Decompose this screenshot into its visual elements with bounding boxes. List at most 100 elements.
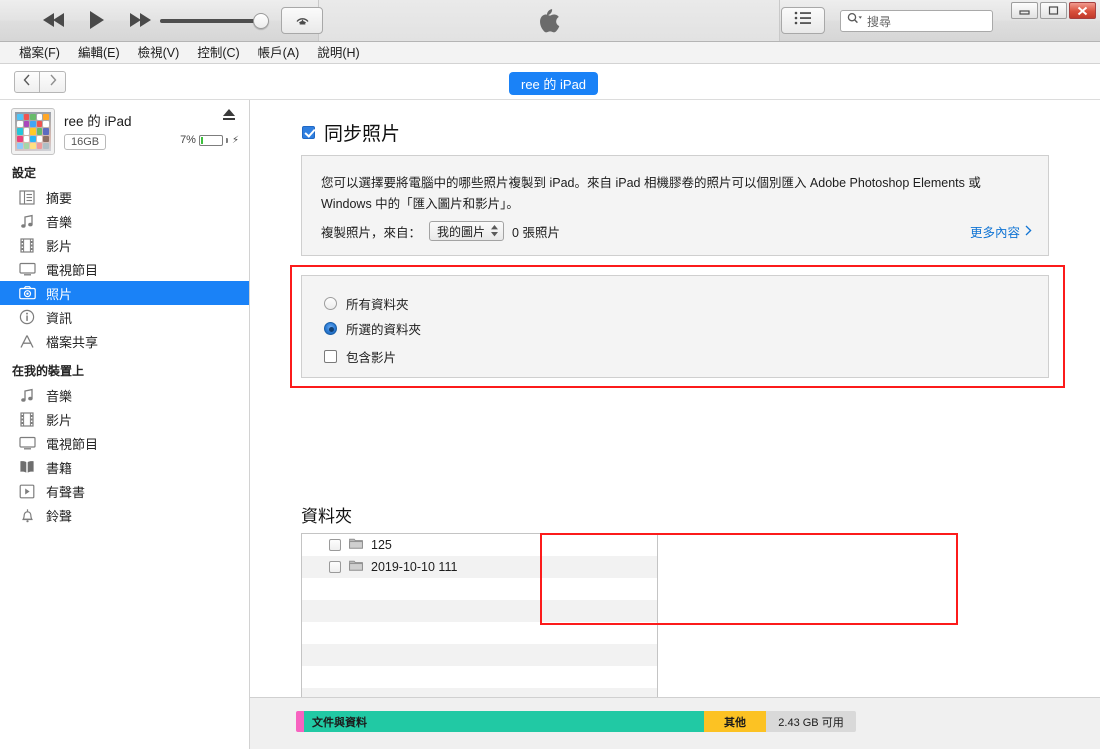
stepper-arrows-icon [491,225,499,237]
chevron-right-icon [49,73,57,91]
forward-button[interactable] [40,71,66,93]
folder-row-empty [302,644,657,666]
fast-forward-button[interactable] [126,7,154,33]
eject-button[interactable] [221,109,237,125]
folder-name: 125 [371,538,392,552]
music-note-icon [18,386,36,404]
music-note-icon [18,212,36,230]
tv-icon [18,260,36,278]
bell-icon [18,506,36,524]
info-icon [18,308,36,326]
more-info-link[interactable]: 更多內容 [970,222,1032,241]
battery-percent: 7% [180,134,196,146]
sidebar-item-label: 書籍 [46,460,73,476]
sidebar-item-label: 有聲書 [46,484,86,500]
sidebar-item-audiobooks[interactable]: 有聲書 [0,479,249,503]
eject-icon [222,108,236,126]
menu-item-help[interactable]: 說明(H) [308,42,368,64]
ipad-thumbnail-screen [15,112,51,151]
sync-photos-header[interactable]: 同步照片 [302,119,400,146]
sidebar-item-device-tvshows[interactable]: 電視節目 [0,431,249,455]
sidebar-item-label: 檔案共享 [46,334,99,350]
battery-cap [225,137,228,143]
highlight-box-options [290,265,1065,388]
menu-item-file[interactable]: 檔案(F) [10,42,69,64]
file-sharing-icon [18,332,36,350]
search-input[interactable]: 搜尋 [840,10,993,32]
sidebar-item-tvshows[interactable]: 電視節目 [0,257,249,281]
ipad-thumbnail [11,108,55,155]
top-toolbar: 搜尋 [0,0,1100,42]
device-name: ree 的 iPad [64,114,132,129]
sync-photos-checkbox[interactable] [302,126,315,139]
film-icon [18,236,36,254]
list-view-button[interactable] [781,7,825,34]
device-tab[interactable]: ree 的 iPad [509,72,599,95]
back-button[interactable] [14,71,40,93]
capacity-bar: 文件與資料 其他 2.43 GB 可用 [296,711,856,732]
transport-controls [40,7,154,33]
search-placeholder-text: 搜尋 [867,14,892,29]
volume-knob[interactable] [253,13,269,29]
film-icon [18,410,36,428]
folder-checkbox[interactable] [329,539,341,551]
sidebar-item-movies[interactable]: 影片 [0,233,249,257]
camera-icon [18,284,36,302]
close-button[interactable] [1069,2,1096,19]
sidebar-item-books[interactable]: 書籍 [0,455,249,479]
menu-item-account[interactable]: 帳戶(A) [249,42,309,64]
window-controls [1011,2,1096,19]
sidebar-item-device-music[interactable]: 音樂 [0,383,249,407]
folder-name: 2019-10-10 111 [371,560,458,574]
rewind-button[interactable] [40,7,68,33]
audiobook-icon [18,482,36,500]
sidebar-item-device-movies[interactable]: 影片 [0,407,249,431]
bottom-bar: 文件與資料 其他 2.43 GB 可用 套用 完成 [250,697,1100,749]
main-content: 同步照片 您可以選擇要將電腦中的哪些照片複製到 iPad。來自 iPad 相機膠… [250,100,1100,749]
sidebar-item-ringtones[interactable]: 鈴聲 [0,503,249,527]
volume-slider[interactable] [160,13,273,29]
menu-item-controls[interactable]: 控制(C) [188,42,248,64]
sidebar-item-label: 鈴聲 [46,508,73,524]
summary-icon [18,188,36,206]
sidebar-item-file-sharing[interactable]: 檔案共享 [0,329,249,353]
sidebar-item-label: 照片 [46,286,73,302]
minimize-button[interactable] [1011,2,1038,19]
photo-source-select[interactable]: 我的圖片 [429,221,505,241]
sidebar-item-info[interactable]: 資訊 [0,305,249,329]
chevron-left-icon [23,73,31,91]
sidebar-group-title-settings: 設定 [12,166,37,180]
folder-row-empty [302,622,657,644]
navigation-bar: ree 的 iPad [0,64,1100,100]
sidebar-item-label: 音樂 [46,388,73,404]
chevron-right-icon [1025,225,1032,239]
page-title: 同步照片 [324,124,401,145]
folder-row-empty [302,666,657,688]
sidebar-group-title-on-my-device: 在我的裝置上 [12,364,85,378]
capacity-segment-documents: 文件與資料 [304,711,704,732]
sidebar-item-label: 影片 [46,412,73,428]
play-button[interactable] [83,7,111,33]
folder-checkbox[interactable] [329,561,341,573]
maximize-button[interactable] [1040,2,1067,19]
menu-item-view[interactable]: 檢視(V) [129,42,189,64]
highlight-box-folders [540,533,958,625]
sidebar: ree 的 iPad 16GB 7% ⚡ 設定 摘要 音樂 影片 電視節目 照片… [0,100,250,749]
airplay-button[interactable] [281,7,323,34]
sidebar-item-photos[interactable]: 照片 [0,281,249,305]
sidebar-item-label: 摘要 [46,190,73,206]
folders-section-title: 資料夾 [301,507,352,526]
nav-arrows [14,71,66,93]
copy-source-row: 複製照片，來自： 我的圖片 0 張照片 [321,221,560,241]
menu-bar: 檔案(F) 編輯(E) 檢視(V) 控制(C) 帳戶(A) 說明(H) [0,42,1100,64]
menu-item-edit[interactable]: 編輯(E) [69,42,129,64]
sidebar-item-music[interactable]: 音樂 [0,209,249,233]
info-panel: 您可以選擇要將電腦中的哪些照片複製到 iPad。來自 iPad 相機膠卷的照片可… [301,155,1049,256]
charging-bolt-icon: ⚡ [231,134,239,146]
device-header[interactable]: ree 的 iPad 16GB 7% ⚡ [0,100,249,155]
sidebar-item-label: 電視節目 [46,262,99,278]
battery-fill [200,136,203,144]
copy-source-label: 複製照片，來自： [321,225,422,240]
book-icon [18,458,36,476]
sidebar-item-summary[interactable]: 摘要 [0,185,249,209]
